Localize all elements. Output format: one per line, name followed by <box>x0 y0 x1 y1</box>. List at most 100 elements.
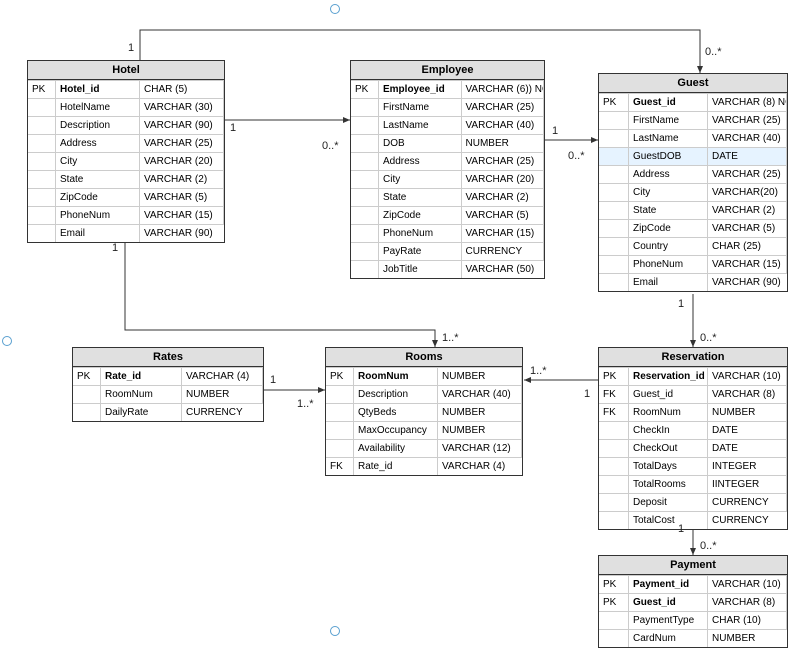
column-name-cell: ZipCode <box>629 219 708 237</box>
column-name-cell: JobTitle <box>379 260 462 278</box>
column-key-cell <box>599 111 629 129</box>
column-type-cell: CURRENCY <box>182 403 263 421</box>
drag-handle-icon[interactable] <box>330 626 340 636</box>
column-type-cell: INTEGER <box>708 457 787 475</box>
entity-rooms[interactable]: Rooms PKRoomNumNUMBERDescriptionVARCHAR … <box>325 347 523 476</box>
column-type-cell: NUMBER <box>182 385 263 403</box>
entity-hotel[interactable]: Hotel PKHotel_idCHAR (5)HotelNameVARCHAR… <box>27 60 225 243</box>
column-type-cell: CURRENCY <box>708 493 787 511</box>
column-name-cell: CheckIn <box>629 421 708 439</box>
column-name-cell: PhoneNum <box>56 206 140 224</box>
column-type-cell: VARCHAR (12) <box>438 439 522 457</box>
cardinality-label: 1..* <box>297 398 314 410</box>
column-key-cell <box>28 170 56 188</box>
entity-title: Payment <box>599 556 787 575</box>
column-name-cell: TotalRooms <box>629 475 708 493</box>
diagram-canvas[interactable]: Hotel PKHotel_idCHAR (5)HotelNameVARCHAR… <box>0 0 799 638</box>
column-key-cell <box>351 134 379 152</box>
column-type-cell: VARCHAR (4) <box>438 457 522 475</box>
column-key-cell <box>599 273 629 291</box>
column-key-cell <box>351 242 379 260</box>
cardinality-label: 1 <box>552 125 558 137</box>
entity-guest[interactable]: Guest PKGuest_idVARCHAR (8) NOT NULLFirs… <box>598 73 788 292</box>
cardinality-label: 1 <box>128 42 134 54</box>
column-name-cell: Guest_id <box>629 93 708 111</box>
entity-rates[interactable]: Rates PKRate_idVARCHAR (4)RoomNumNUMBERD… <box>72 347 264 422</box>
column-type-cell: VARCHAR (8) <box>708 593 787 611</box>
column-key-cell: FK <box>326 457 354 475</box>
column-name-cell: Guest_id <box>629 385 708 403</box>
column-type-cell: VARCHAR (25) <box>708 111 787 129</box>
column-name-cell: FirstName <box>379 98 462 116</box>
column-key-cell <box>326 421 354 439</box>
cardinality-label: 0..* <box>700 332 717 344</box>
column-name-cell: ZipCode <box>56 188 140 206</box>
column-key-cell <box>599 219 629 237</box>
drag-handle-icon[interactable] <box>330 4 340 14</box>
column-name-cell: Description <box>56 116 140 134</box>
column-name-cell: PhoneNum <box>379 224 462 242</box>
cardinality-label: 1 <box>270 374 276 386</box>
column-key-cell: PK <box>28 80 56 98</box>
entity-payment[interactable]: Payment PKPayment_idVARCHAR (10)PKGuest_… <box>598 555 788 648</box>
column-name-cell: ZipCode <box>379 206 462 224</box>
column-type-cell: VARCHAR (40) <box>708 129 787 147</box>
column-key-cell <box>326 403 354 421</box>
entity-body: PKEmployee_idVARCHAR (6)) NOT NULLFirstN… <box>351 80 544 278</box>
column-name-cell: MaxOccupancy <box>354 421 438 439</box>
column-key-cell <box>599 165 629 183</box>
column-type-cell: VARCHAR (15) <box>140 206 224 224</box>
cardinality-label: 0..* <box>568 150 585 162</box>
column-name-cell: Country <box>629 237 708 255</box>
column-type-cell: VARCHAR (2) <box>140 170 224 188</box>
entity-reservation[interactable]: Reservation PKReservation_idVARCHAR (10)… <box>598 347 788 530</box>
column-type-cell: DATE <box>708 147 787 165</box>
column-name-cell: Employee_id <box>379 80 462 98</box>
column-name-cell: State <box>379 188 462 206</box>
column-name-cell: PaymentType <box>629 611 708 629</box>
entity-title: Rates <box>73 348 263 367</box>
column-name-cell: RoomNum <box>629 403 708 421</box>
column-key-cell <box>599 611 629 629</box>
column-name-cell: Rate_id <box>101 367 182 385</box>
column-name-cell: State <box>56 170 140 188</box>
drag-handle-icon[interactable] <box>2 336 12 346</box>
column-key-cell <box>599 255 629 273</box>
column-name-cell: RoomNum <box>101 385 182 403</box>
column-type-cell: VARCHAR (10) <box>708 367 787 385</box>
column-key-cell: FK <box>599 403 629 421</box>
column-key-cell <box>599 475 629 493</box>
column-name-cell: City <box>629 183 708 201</box>
column-name-cell: Email <box>629 273 708 291</box>
cardinality-label: 1 <box>112 242 118 254</box>
column-name-cell: PayRate <box>379 242 462 260</box>
column-type-cell: VARCHAR (10) <box>708 575 787 593</box>
column-name-cell: State <box>629 201 708 219</box>
entity-title: Hotel <box>28 61 224 80</box>
column-key-cell <box>351 98 379 116</box>
column-key-cell <box>599 183 629 201</box>
column-key-cell <box>28 98 56 116</box>
cardinality-label: 0..* <box>705 46 722 58</box>
column-key-cell <box>351 260 379 278</box>
column-name-cell: Description <box>354 385 438 403</box>
column-key-cell <box>351 206 379 224</box>
column-key-cell <box>351 170 379 188</box>
column-key-cell <box>351 152 379 170</box>
cardinality-label: 0..* <box>322 140 339 152</box>
column-type-cell: VARCHAR (90) <box>140 116 224 134</box>
column-name-cell: Address <box>56 134 140 152</box>
column-key-cell <box>28 116 56 134</box>
column-type-cell: VARCHAR (30) <box>140 98 224 116</box>
column-key-cell <box>599 493 629 511</box>
column-name-cell: Email <box>56 224 140 242</box>
column-key-cell <box>326 439 354 457</box>
column-name-cell: Rate_id <box>354 457 438 475</box>
column-key-cell <box>599 511 629 529</box>
entity-employee[interactable]: Employee PKEmployee_idVARCHAR (6)) NOT N… <box>350 60 545 279</box>
column-name-cell: Address <box>629 165 708 183</box>
column-type-cell: VARCHAR (6)) NOT NULL <box>462 80 545 98</box>
cardinality-label: 0..* <box>700 540 717 552</box>
column-key-cell: PK <box>599 593 629 611</box>
column-type-cell: CHAR (10) <box>708 611 787 629</box>
